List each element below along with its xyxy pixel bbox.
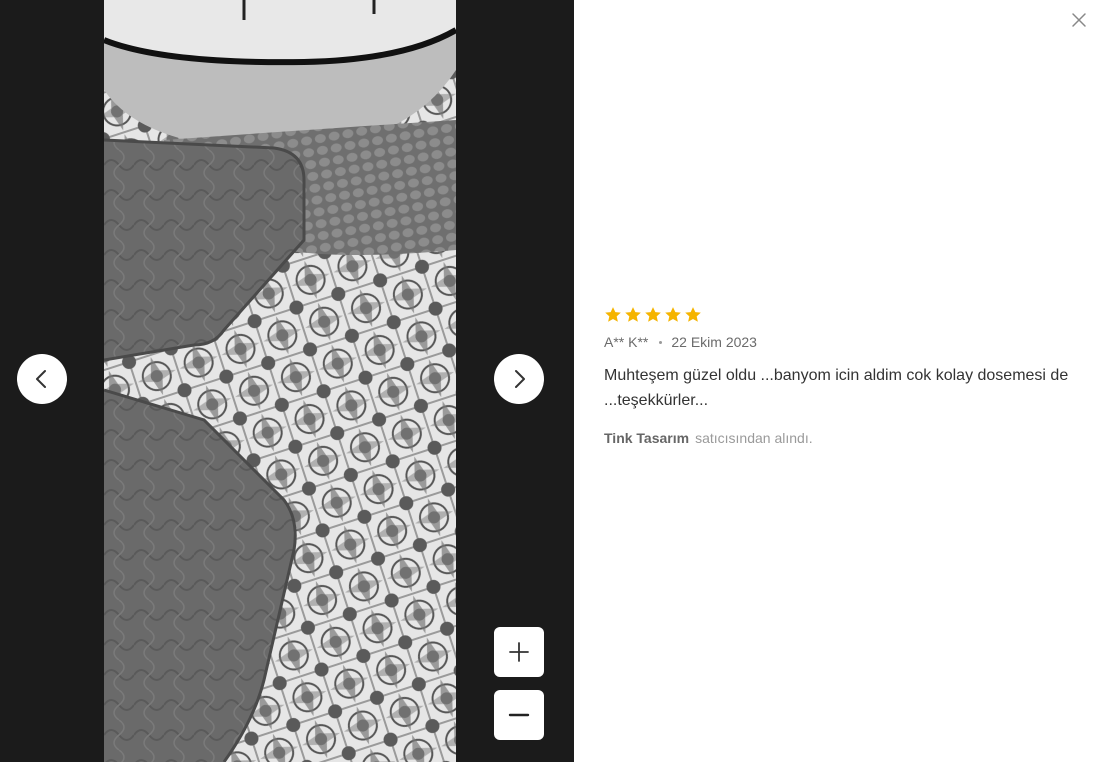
star-icon — [625, 307, 641, 322]
minus-icon — [508, 713, 530, 717]
review-panel: A** K** 22 Ekim 2023 Muhteşem güzel oldu… — [604, 306, 1084, 446]
review-author: A** K** — [604, 334, 649, 350]
review-date: 22 Ekim 2023 — [671, 334, 757, 350]
star-rating — [604, 306, 1084, 324]
zoom-in-button[interactable] — [494, 627, 544, 677]
next-image-button[interactable] — [494, 354, 544, 404]
seller-name: Tink Tasarım — [604, 430, 690, 446]
plus-icon — [509, 642, 529, 662]
chevron-right-icon — [515, 370, 525, 388]
seller-suffix: satıcısından alındı. — [695, 430, 813, 446]
zoom-out-button[interactable] — [494, 690, 544, 740]
star-icon — [665, 307, 681, 322]
star-icon — [645, 307, 661, 322]
review-photo — [104, 0, 456, 762]
chevron-left-icon — [36, 370, 46, 388]
separator-dot — [659, 340, 663, 344]
star-icon — [605, 307, 621, 322]
seller-info: Tink Tasarım satıcısından alındı. — [604, 430, 1084, 446]
previous-image-button[interactable] — [17, 354, 67, 404]
review-comment: Muhteşem güzel oldu ...banyom icin aldim… — [604, 367, 1069, 409]
image-viewer — [0, 0, 574, 762]
star-icon — [685, 307, 701, 322]
close-button[interactable] — [1068, 9, 1090, 31]
review-meta: A** K** 22 Ekim 2023 — [604, 333, 1084, 351]
close-icon — [1072, 13, 1086, 27]
